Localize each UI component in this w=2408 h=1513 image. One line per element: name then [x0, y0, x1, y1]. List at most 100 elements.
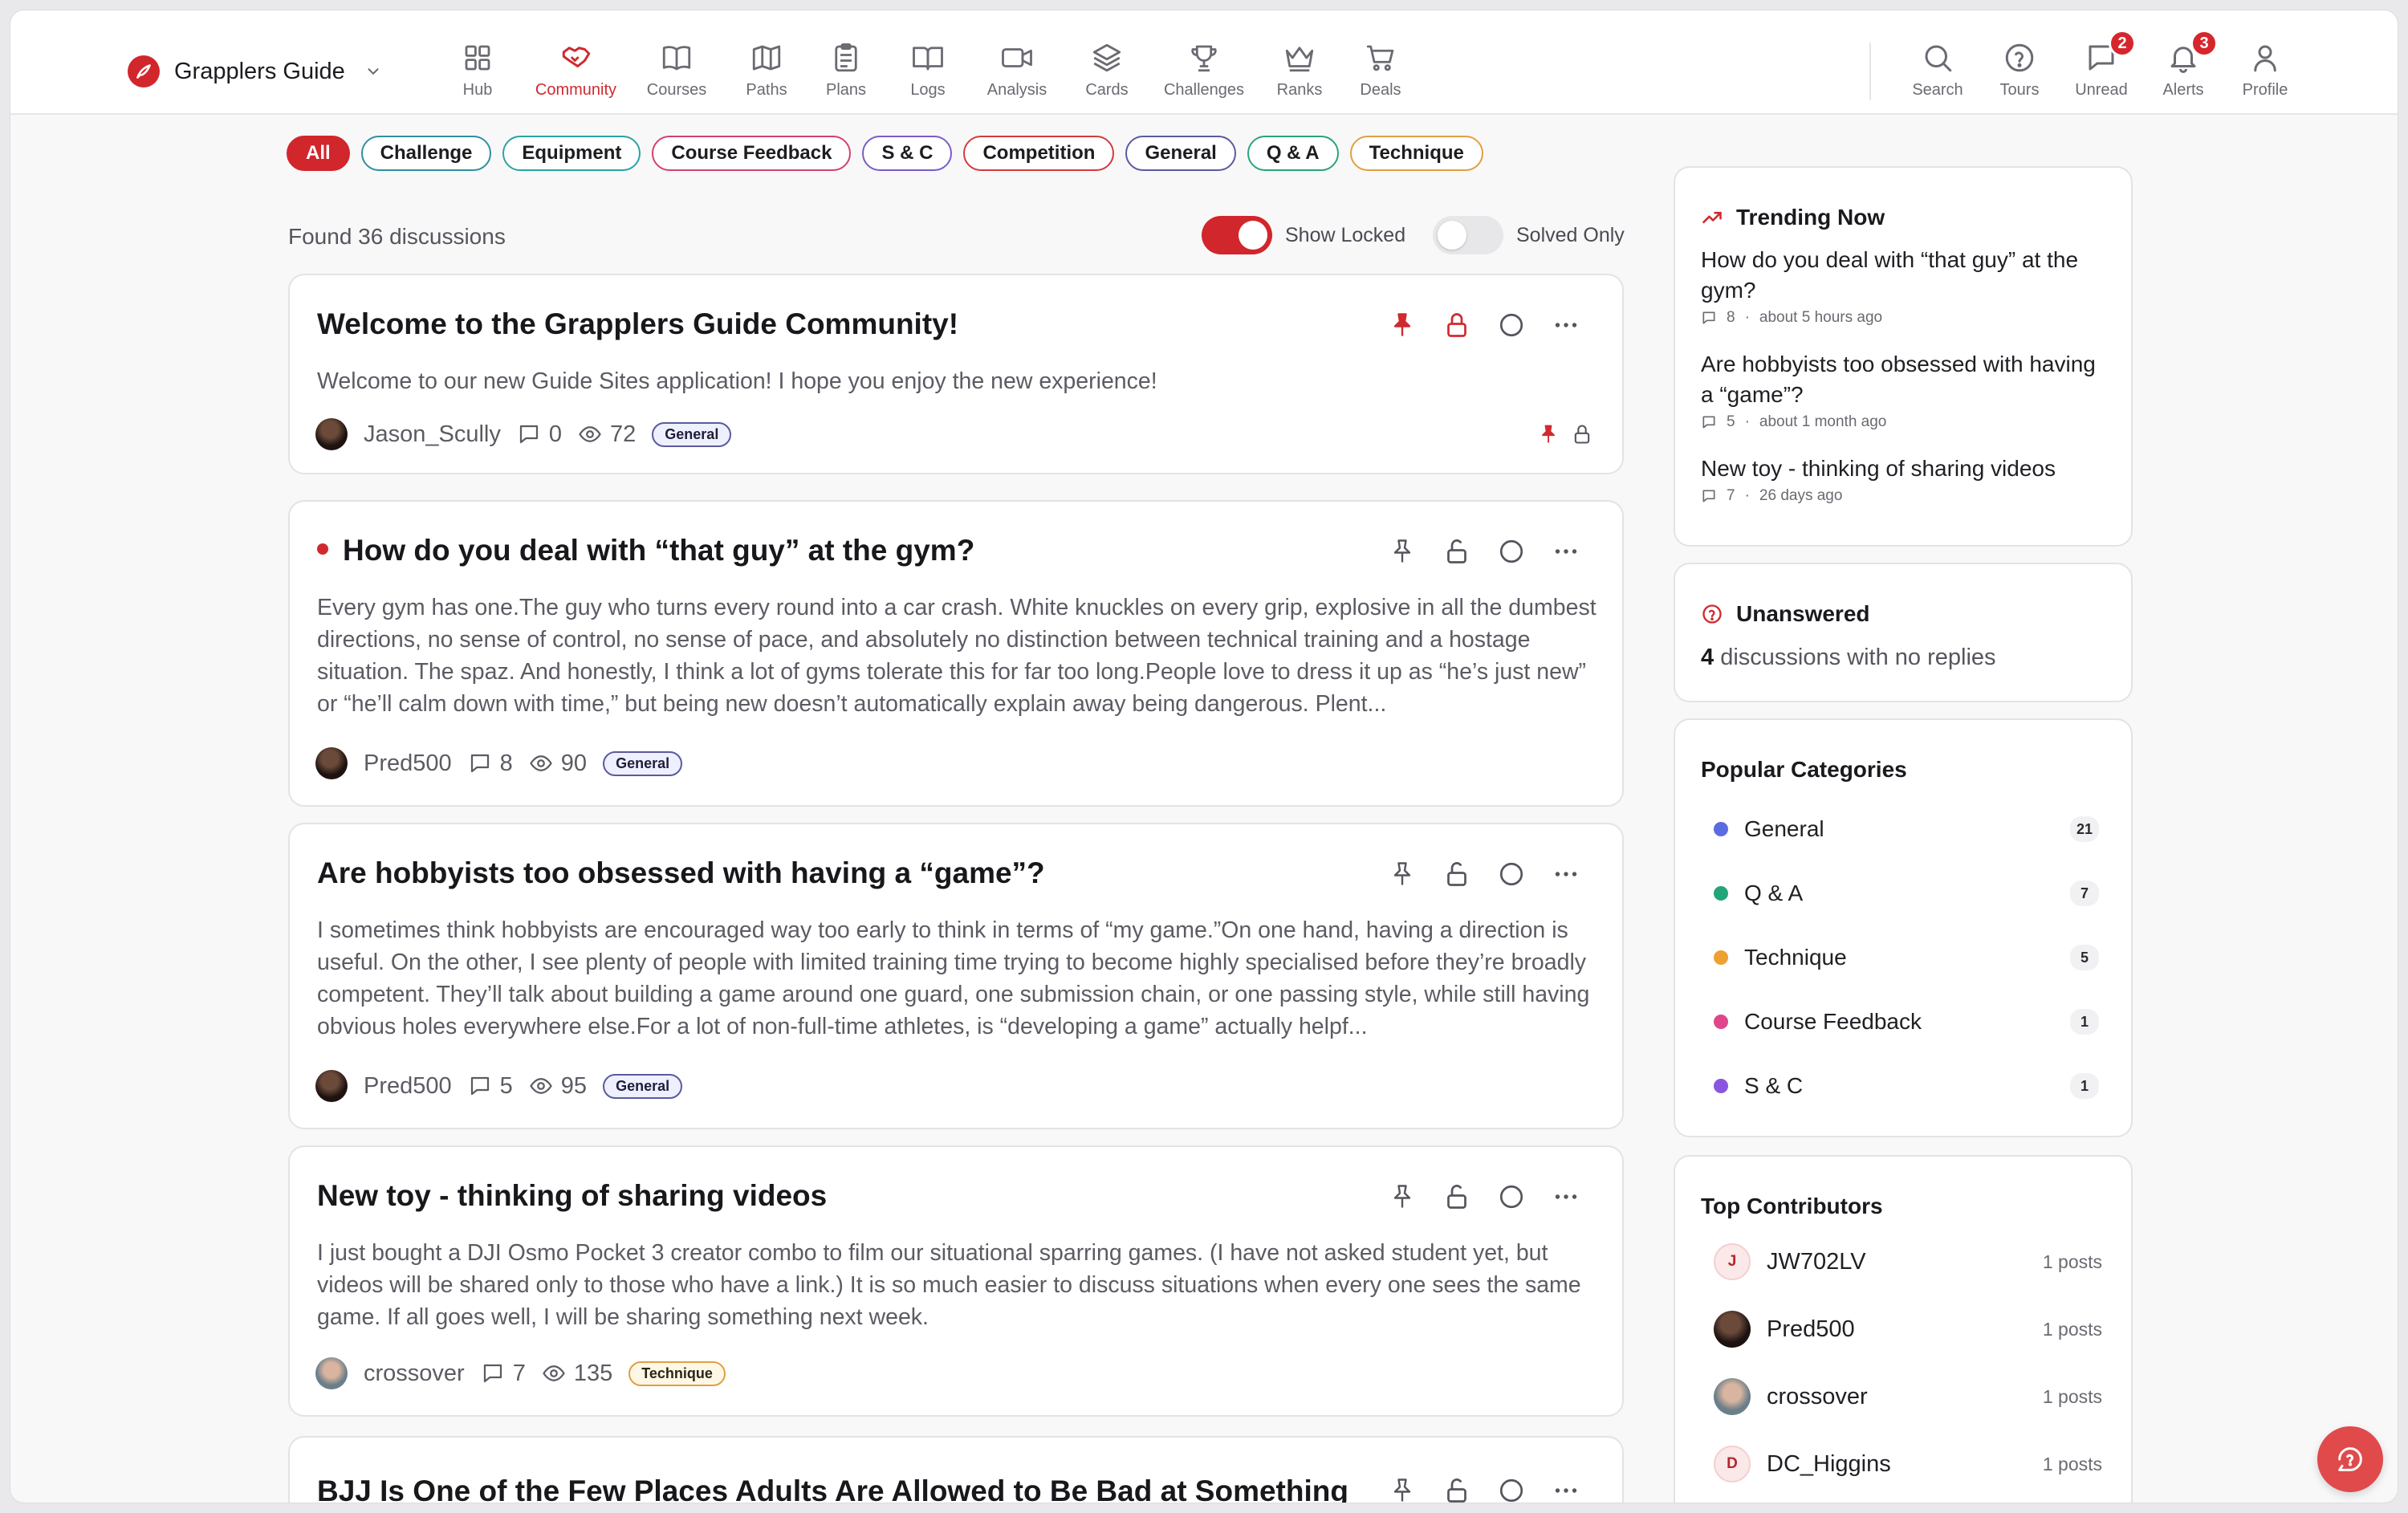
nav-ranks[interactable]: Ranks — [1259, 41, 1340, 100]
layers-icon — [1092, 43, 1121, 72]
category-tag[interactable]: General — [603, 750, 683, 776]
unlock-icon[interactable] — [1442, 1476, 1471, 1503]
nav-community[interactable]: Community — [526, 41, 626, 100]
filter-course-feedback[interactable]: Course Feedback — [652, 136, 852, 171]
category-tag[interactable]: General — [652, 421, 732, 447]
contributor-item[interactable]: Pred500 1 posts — [1714, 1311, 2102, 1348]
discussion-card[interactable]: BJJ Is One of the Few Places Adults Are … — [288, 1436, 1624, 1503]
trending-item[interactable]: Are hobbyists too obsessed with having a… — [1701, 349, 2110, 431]
filter-all[interactable]: All — [287, 136, 350, 171]
status-icons — [1537, 423, 1593, 445]
solved-only-toggle[interactable]: Solved Only — [1433, 216, 1625, 254]
category-item[interactable]: S & C 1 — [1714, 1073, 2099, 1099]
eye-icon — [530, 1078, 552, 1094]
unanswered-panel[interactable]: Unanswered 4 discussions with no replies — [1674, 563, 2133, 702]
avatar — [1714, 1311, 1751, 1348]
toggle-switch[interactable] — [1433, 216, 1503, 254]
nav-tours[interactable]: Tours — [1979, 41, 2060, 100]
contributor-item[interactable]: crossover 1 posts — [1714, 1378, 2102, 1415]
filter-s-and-c[interactable]: S & C — [862, 136, 953, 171]
more-icon[interactable] — [1552, 1182, 1580, 1211]
discussion-title[interactable]: BJJ Is One of the Few Places Adults Are … — [317, 1474, 1361, 1503]
author-name[interactable]: Jason_Scully — [364, 421, 501, 448]
nav-courses[interactable]: Courses — [626, 41, 727, 100]
card-actions — [1388, 311, 1580, 340]
contributor-item[interactable]: J JW702LV 1 posts — [1714, 1243, 2102, 1280]
discussion-body: Welcome to our new Guide Sites applicati… — [317, 368, 1157, 394]
category-item[interactable]: Q & A 7 — [1714, 881, 2099, 906]
comment-count-value: 5 — [499, 1072, 513, 1099]
discussion-title[interactable]: New toy - thinking of sharing videos — [317, 1179, 1361, 1213]
filter-q-and-a[interactable]: Q & A — [1247, 136, 1339, 171]
contributor-posts: 1 posts — [2042, 1318, 2102, 1340]
toggle-switch[interactable] — [1202, 216, 1272, 254]
category-item[interactable]: Course Feedback 1 — [1714, 1009, 2099, 1035]
discussion-card[interactable]: How do you deal with “that guy” at the g… — [288, 500, 1624, 807]
brand-switcher[interactable]: Grapplers Guide — [128, 51, 382, 92]
pin-icon[interactable] — [1388, 537, 1417, 566]
comment-icon — [519, 425, 538, 444]
filter-challenge[interactable]: Challenge — [360, 136, 492, 171]
pin-icon[interactable] — [1388, 1182, 1417, 1211]
more-icon[interactable] — [1552, 1476, 1580, 1503]
circle-check-icon[interactable] — [1497, 537, 1526, 566]
circle-check-icon[interactable] — [1497, 1476, 1526, 1503]
contributor-item[interactable]: D DC_Higgins 1 posts — [1714, 1446, 2102, 1482]
unlock-icon[interactable] — [1442, 1182, 1471, 1211]
discussion-card[interactable]: Are hobbyists too obsessed with having a… — [288, 823, 1624, 1129]
trending-item[interactable]: New toy - thinking of sharing videos 7 ·… — [1701, 453, 2110, 505]
filter-competition[interactable]: Competition — [963, 136, 1115, 171]
clipboard-icon — [835, 43, 857, 72]
help-chat-button[interactable] — [2317, 1426, 2383, 1492]
discussion-title[interactable]: How do you deal with “that guy” at the g… — [317, 534, 1361, 567]
filter-technique[interactable]: Technique — [1349, 136, 1483, 171]
filter-general[interactable]: General — [1125, 136, 1236, 171]
discussion-card[interactable]: Welcome to the Grapplers Guide Community… — [288, 274, 1624, 474]
nav-challenges[interactable]: Challenges — [1149, 41, 1259, 100]
author-name[interactable]: crossover — [364, 1360, 465, 1387]
category-item[interactable]: Technique 5 — [1714, 945, 2099, 970]
nav-hub[interactable]: Hub — [429, 41, 526, 100]
contributor-name: JW702LV — [1767, 1248, 1866, 1275]
discussion-card[interactable]: New toy - thinking of sharing videos I j… — [288, 1145, 1624, 1417]
panel-title: Top Contributors — [1701, 1194, 1883, 1218]
nav-paths[interactable]: Paths — [727, 41, 806, 100]
category-tag[interactable]: General — [603, 1073, 683, 1099]
lock-icon[interactable] — [1442, 311, 1471, 340]
nav-alerts[interactable]: 3 Alerts — [2142, 30, 2224, 100]
category-item[interactable]: General 21 — [1714, 816, 2099, 842]
category-dot — [1714, 1079, 1728, 1093]
more-icon[interactable] — [1552, 537, 1580, 566]
nav-logs[interactable]: Logs — [886, 41, 970, 100]
nav-search[interactable]: Search — [1897, 41, 1979, 100]
pin-icon[interactable] — [1388, 1476, 1417, 1503]
filter-equipment[interactable]: Equipment — [502, 136, 641, 171]
pin-icon[interactable] — [1388, 860, 1417, 889]
discussion-title[interactable]: Are hobbyists too obsessed with having a… — [317, 856, 1361, 890]
unlock-icon[interactable] — [1442, 860, 1471, 889]
show-locked-toggle[interactable]: Show Locked — [1202, 216, 1405, 254]
discussion-title[interactable]: Welcome to the Grapplers Guide Community… — [317, 307, 1361, 341]
more-icon[interactable] — [1552, 311, 1580, 340]
trending-item[interactable]: How do you deal with “that guy” at the g… — [1701, 245, 2110, 327]
brand-logo-icon — [128, 55, 160, 87]
nav-plans[interactable]: Plans — [806, 41, 886, 100]
circle-check-icon[interactable] — [1497, 860, 1526, 889]
pin-icon[interactable] — [1388, 311, 1417, 340]
category-name: Q & A — [1744, 881, 1804, 905]
circle-check-icon[interactable] — [1497, 1182, 1526, 1211]
unlock-icon[interactable] — [1442, 537, 1471, 566]
card-actions — [1388, 1476, 1580, 1503]
author-name[interactable]: Pred500 — [364, 1073, 452, 1100]
nav-unread[interactable]: 2 Unread — [2060, 30, 2142, 100]
nav-analysis[interactable]: Analysis — [970, 41, 1064, 100]
nav-cards[interactable]: Cards — [1064, 41, 1149, 100]
view-count-value: 72 — [610, 421, 637, 447]
author-name[interactable]: Pred500 — [364, 750, 452, 777]
nav-label: Community — [535, 81, 617, 99]
more-icon[interactable] — [1552, 860, 1580, 889]
circle-check-icon[interactable] — [1497, 311, 1526, 340]
nav-deals[interactable]: Deals — [1340, 41, 1421, 100]
nav-profile[interactable]: Profile — [2224, 41, 2306, 100]
category-tag[interactable]: Technique — [628, 1360, 726, 1386]
